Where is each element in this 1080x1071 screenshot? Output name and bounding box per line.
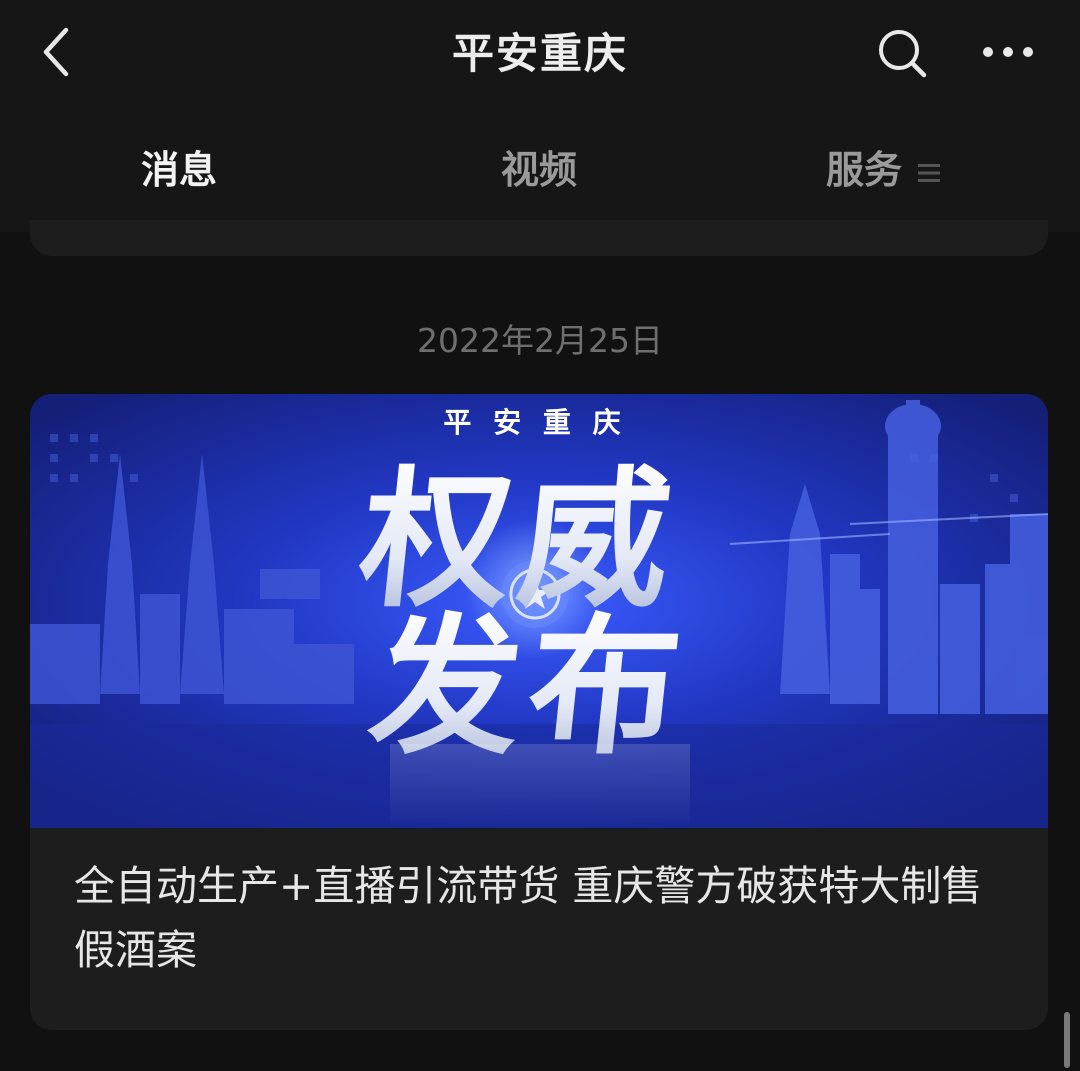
tab-news[interactable]: 消息: [118, 140, 240, 200]
tab-service[interactable]: 服务: [826, 140, 976, 200]
chevron-left-icon: [43, 27, 69, 77]
tab-video[interactable]: 视频: [478, 140, 600, 200]
back-button[interactable]: [30, 22, 90, 82]
previous-card-bottom[interactable]: [30, 220, 1048, 256]
article-banner-image[interactable]: 平 安 重 庆 权威 发布: [30, 394, 1048, 828]
search-icon: [879, 30, 927, 78]
tab-service-label: 服务: [826, 148, 903, 192]
more-button[interactable]: [976, 24, 1040, 84]
article-headline[interactable]: 全自动生产+直播引流带货 重庆警方破获特大制售假酒案: [74, 854, 1014, 982]
top-bar: 平安重庆: [0, 0, 1080, 110]
scrollbar[interactable]: [1064, 1012, 1070, 1068]
more-dots-icon: [983, 47, 1033, 57]
tab-bar: 消息 视频 服务: [0, 110, 1080, 232]
page-title: 平安重庆: [451, 29, 628, 78]
banner-brand-text: 平 安 重 庆: [443, 406, 626, 439]
article-card[interactable]: 平 安 重 庆 权威 发布 全自动生产+直播引流带货 重庆警方破获特大制售假酒案: [30, 394, 1048, 1030]
search-button[interactable]: [872, 24, 932, 84]
menu-icon: [916, 143, 942, 203]
app-screen: 平安重庆 消息 视频 服务 2022年2月25日 平 安 重 庆 权威 发布 全…: [0, 0, 1080, 1071]
feed-date: 2022年2月25日: [417, 321, 663, 360]
